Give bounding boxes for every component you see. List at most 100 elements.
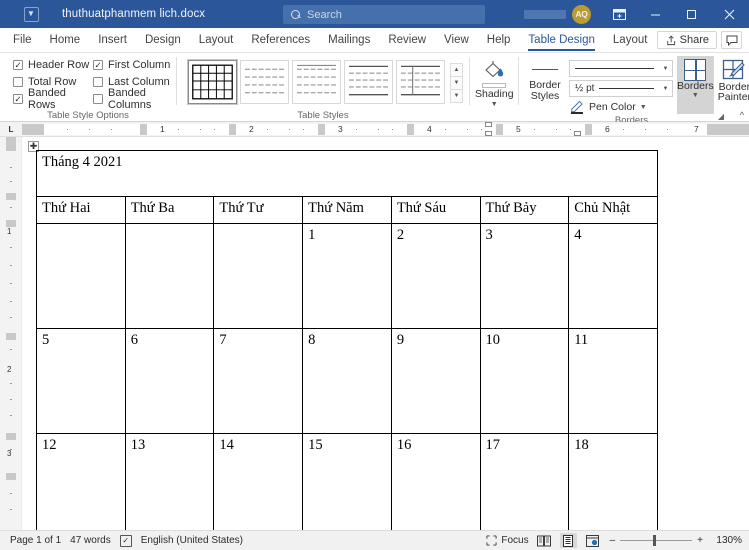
- quick-access-toolbar[interactable]: ▼: [0, 6, 62, 22]
- chevron-down-icon[interactable]: ▼: [659, 81, 672, 96]
- day-cell[interactable]: 13: [124, 433, 215, 530]
- borders-button[interactable]: Borders ▼: [677, 56, 714, 114]
- day-cell[interactable]: [36, 223, 126, 329]
- day-cell[interactable]: 7: [213, 328, 304, 434]
- left-indent-marker[interactable]: [574, 130, 581, 136]
- day-cell[interactable]: 18: [568, 433, 658, 530]
- calendar-title-cell[interactable]: Tháng 4 2021: [36, 150, 658, 197]
- day-cell[interactable]: 11: [568, 328, 658, 434]
- chevron-down-icon[interactable]: ▼: [23, 6, 39, 22]
- tab-design[interactable]: Design: [136, 28, 190, 52]
- hanging-indent-marker[interactable]: [485, 130, 492, 136]
- close-button[interactable]: [709, 0, 749, 28]
- day-cell[interactable]: [124, 223, 215, 329]
- vertical-ruler[interactable]: 1 2 3: [0, 137, 22, 530]
- day-header-cell[interactable]: Thứ Năm: [302, 196, 392, 224]
- collapse-ribbon-icon[interactable]: ^: [740, 110, 744, 120]
- share-button[interactable]: Share: [656, 31, 717, 49]
- day-cell[interactable]: 5: [36, 328, 126, 434]
- chevron-down-icon[interactable]: ▼: [640, 104, 647, 111]
- day-header-cell[interactable]: Thứ Tư: [213, 196, 304, 224]
- checkbox-banded-rows[interactable]: Banded Rows: [13, 87, 93, 111]
- word-count[interactable]: 47 words: [70, 535, 120, 546]
- tab-table-layout[interactable]: Layout: [604, 28, 657, 52]
- ribbon-display-options-icon[interactable]: [601, 0, 637, 28]
- chevron-down-icon[interactable]: ▼: [450, 75, 463, 90]
- day-header-cell[interactable]: Chủ Nhật: [568, 196, 658, 224]
- zoom-in-button[interactable]: +: [697, 535, 703, 546]
- day-cell[interactable]: 14: [213, 433, 304, 530]
- horizontal-ruler[interactable]: L 1 2 3 4 5 6 7: [0, 122, 749, 137]
- tab-mailings[interactable]: Mailings: [319, 28, 379, 52]
- tab-stop-selector[interactable]: L: [0, 122, 22, 136]
- search-input[interactable]: Search: [283, 5, 485, 24]
- table-style-thumb[interactable]: [344, 60, 393, 104]
- tab-layout[interactable]: Layout: [190, 28, 243, 52]
- calendar-table[interactable]: Tháng 4 2021 Thứ Hai Thứ Ba Thứ Tư Thứ N…: [36, 150, 658, 530]
- tab-references[interactable]: References: [242, 28, 319, 52]
- tab-table-design[interactable]: Table Design: [519, 28, 603, 52]
- chevron-down-icon[interactable]: ▼: [659, 61, 672, 76]
- more-styles-icon[interactable]: ▼: [450, 88, 463, 103]
- web-layout-icon[interactable]: [584, 533, 601, 548]
- tab-help[interactable]: Help: [478, 28, 520, 52]
- chevron-up-icon[interactable]: ▲: [450, 62, 463, 77]
- day-cell[interactable]: 6: [124, 328, 215, 434]
- read-mode-icon[interactable]: [536, 533, 553, 548]
- day-cell[interactable]: 15: [302, 433, 392, 530]
- language-indicator[interactable]: English (United States): [141, 535, 252, 546]
- day-cell[interactable]: 9: [390, 328, 481, 434]
- day-cell[interactable]: 4: [568, 223, 658, 329]
- day-cell[interactable]: 3: [479, 223, 570, 329]
- chevron-down-icon[interactable]: ▼: [491, 101, 498, 108]
- shading-button[interactable]: Shading ▼: [475, 58, 514, 108]
- maximize-button[interactable]: [673, 0, 709, 28]
- page-indicator[interactable]: Page 1 of 1: [7, 535, 70, 546]
- checkbox-banded-columns[interactable]: Banded Columns: [93, 87, 188, 111]
- day-header-cell[interactable]: Thứ Bảy: [479, 196, 570, 224]
- day-cell[interactable]: 12: [36, 433, 126, 530]
- day-cell[interactable]: 1: [302, 223, 392, 329]
- dialog-launcher-icon[interactable]: ◢: [718, 112, 724, 121]
- zoom-track[interactable]: [620, 535, 693, 546]
- tab-review[interactable]: Review: [379, 28, 435, 52]
- line-style-dropdown[interactable]: ▼: [569, 60, 673, 77]
- minimize-button[interactable]: [637, 0, 673, 28]
- zoom-out-button[interactable]: –: [610, 535, 616, 546]
- day-cell[interactable]: 8: [302, 328, 392, 434]
- avatar[interactable]: AQ: [572, 4, 591, 24]
- tab-file[interactable]: File: [0, 28, 41, 52]
- day-cell[interactable]: 10: [479, 328, 570, 434]
- day-cell[interactable]: 17: [479, 433, 570, 530]
- zoom-slider[interactable]: – +: [610, 535, 703, 546]
- comment-button[interactable]: [721, 31, 742, 49]
- checkbox-header-row[interactable]: Header Row: [13, 59, 93, 71]
- chevron-down-icon[interactable]: ▼: [692, 92, 699, 99]
- table-style-thumb[interactable]: [292, 60, 341, 104]
- document-page[interactable]: ✚ Tháng 4 2021 Thứ Hai Thứ Ba Thứ Tư Thứ…: [22, 137, 749, 530]
- tab-view[interactable]: View: [435, 28, 478, 52]
- focus-button[interactable]: Focus: [486, 535, 529, 546]
- proofing-errors-icon[interactable]: ✓: [119, 534, 132, 547]
- tab-insert[interactable]: Insert: [89, 28, 136, 52]
- border-painter-button[interactable]: Border Painter: [718, 56, 749, 102]
- day-cell[interactable]: 2: [390, 223, 481, 329]
- table-style-thumb[interactable]: [187, 59, 238, 105]
- table-style-thumb[interactable]: [240, 60, 289, 104]
- day-header-cell[interactable]: Thứ Hai: [36, 196, 126, 224]
- zoom-knob[interactable]: [653, 535, 657, 546]
- border-styles-button[interactable]: Border Styles: [525, 56, 565, 102]
- table-style-thumb[interactable]: [396, 60, 445, 104]
- checkbox-first-column[interactable]: First Column: [93, 59, 188, 71]
- zoom-percent[interactable]: 130%: [710, 535, 742, 546]
- day-header-cell[interactable]: Thứ Ba: [124, 196, 215, 224]
- day-cell[interactable]: 16: [390, 433, 481, 530]
- pen-color-button[interactable]: Pen Color ▼: [569, 100, 673, 114]
- tab-home[interactable]: Home: [41, 28, 90, 52]
- print-layout-icon[interactable]: [559, 533, 577, 548]
- day-cell[interactable]: [213, 223, 304, 329]
- ruler-track[interactable]: 1 2 3 4 5 6 7: [22, 122, 749, 136]
- first-line-indent-marker[interactable]: [485, 122, 492, 127]
- line-weight-dropdown[interactable]: ½ pt ▼: [569, 80, 673, 97]
- day-header-cell[interactable]: Thứ Sáu: [390, 196, 481, 224]
